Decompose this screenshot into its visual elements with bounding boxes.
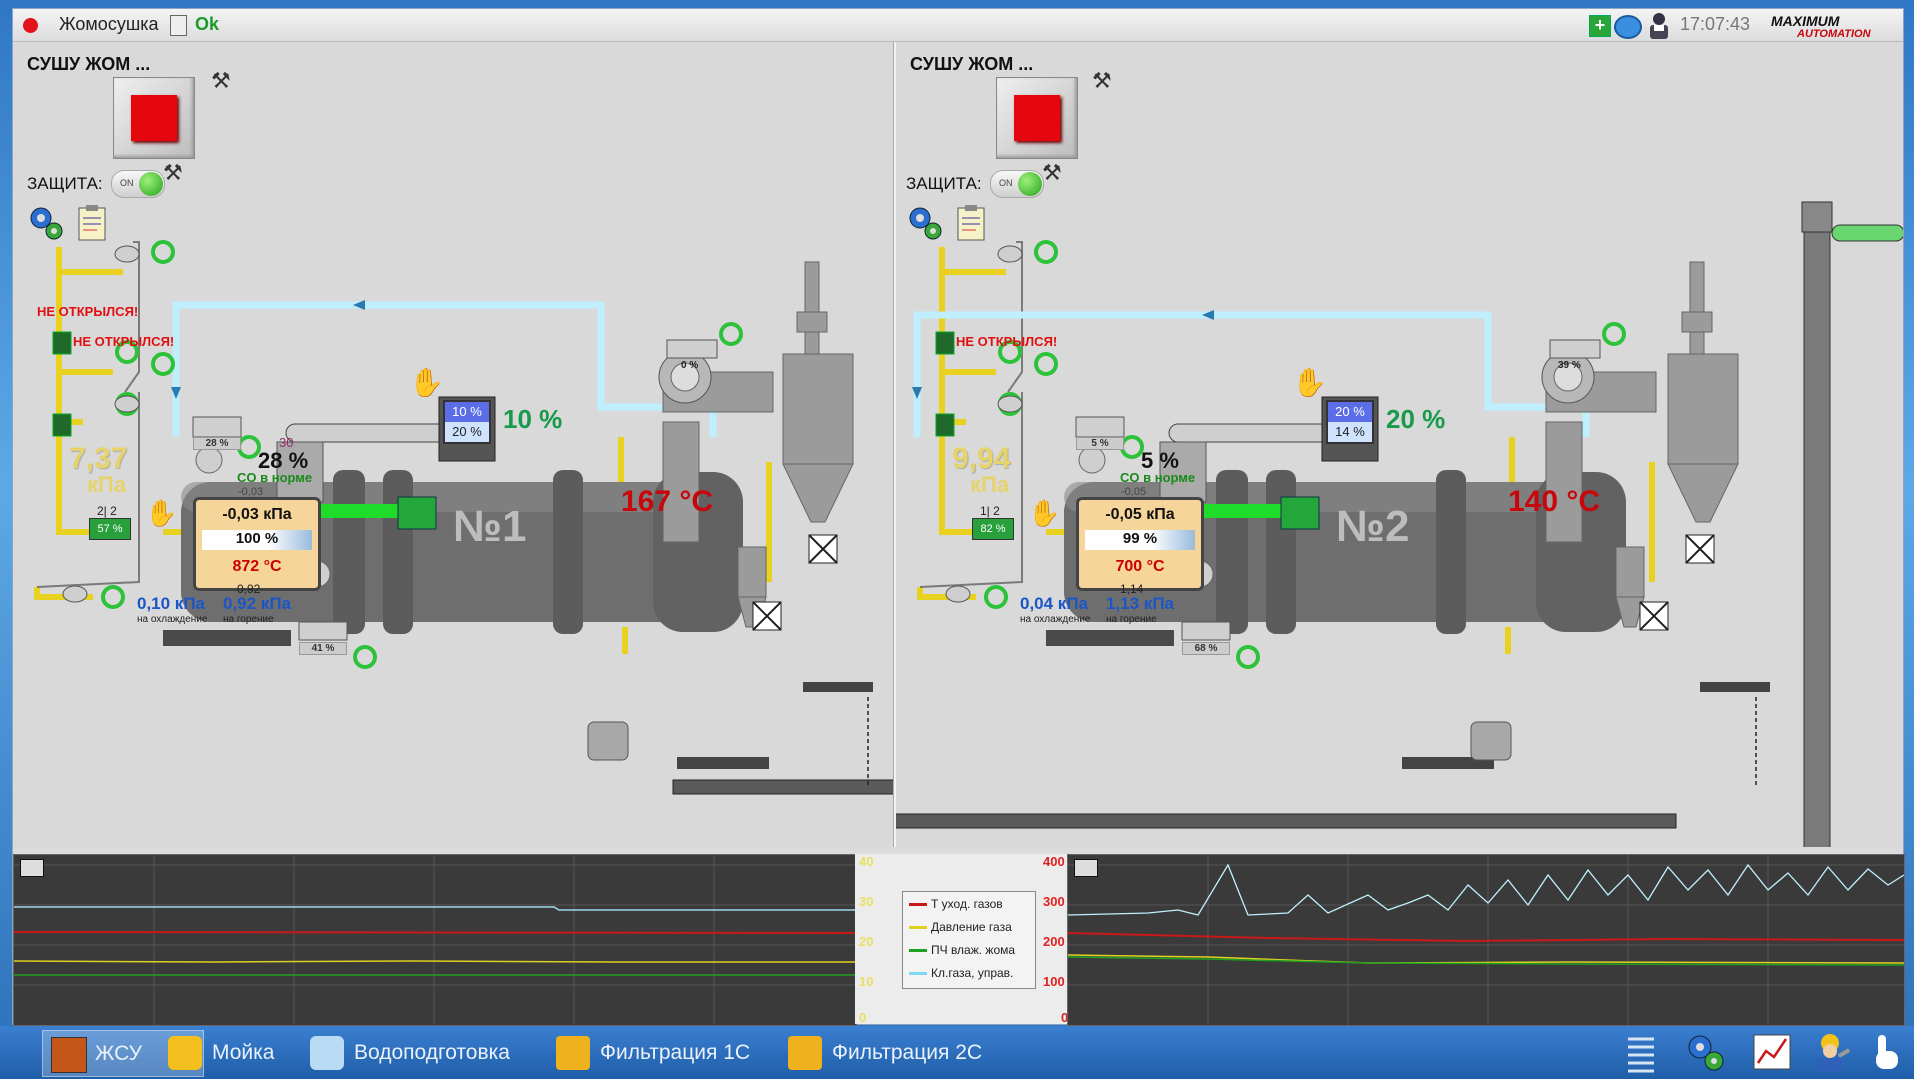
- filter-icon: [788, 1036, 822, 1070]
- burning-label: на горение: [223, 614, 274, 625]
- left-axis-tick: 20: [859, 934, 874, 949]
- clock: 17:07:43: [1680, 14, 1751, 34]
- dryer-1-schematic: ✋ ✋: [34, 240, 893, 795]
- valve-ratio: 2| 2: [97, 504, 117, 518]
- trend-chart-1[interactable]: [13, 854, 857, 1026]
- chart-settings-icon[interactable]: [1074, 859, 1098, 877]
- taskbar: ЖСУ Мойка Водоподготовка Фильтрация 1С Ф…: [0, 1026, 1914, 1079]
- valve-warning-1: НЕ ОТКРЫЛСЯ!: [37, 304, 139, 319]
- legend-item: ПЧ влаж. жома: [909, 940, 1015, 960]
- feeder-setpoint-box[interactable]: 20 % 14 %: [1326, 400, 1374, 444]
- air-fan-pct: 41 %: [299, 642, 347, 655]
- trend-chart-icon[interactable]: [1752, 1031, 1792, 1073]
- water-icon: [310, 1036, 344, 1070]
- gas-valve-position[interactable]: 82 %: [972, 518, 1014, 540]
- dryer-panel-2: СУШУ ЖОМ ... ⚒ ЗАЩИТА: ON ⚒ ✋ ✋ НЕ ОТКРЫ…: [896, 42, 1903, 847]
- burner-display[interactable]: -0,05 -0,05 кПа 99 % 700 °C: [1076, 486, 1204, 591]
- dryer-2-schematic: ✋ ✋: [896, 201, 1903, 847]
- burning-pressure: 0,92 кПа: [223, 594, 291, 613]
- add-icon[interactable]: +: [1589, 15, 1611, 37]
- co-status: CO в норме: [1120, 470, 1196, 485]
- left-axis-tick: 10: [859, 974, 874, 989]
- pulp-moisture: 20 %: [1386, 404, 1446, 434]
- task-filtration-2c[interactable]: Фильтрация 2С: [780, 1030, 1052, 1075]
- gas-pressure-unit: кПа: [970, 472, 1010, 497]
- drum-number: №2: [1336, 502, 1410, 551]
- status-ok: Ok: [195, 14, 220, 34]
- maximum-automation-logo: MAXIMUM AUTOMATION: [1767, 11, 1901, 40]
- burner-display[interactable]: -0,03 -0,03 кПа 100 % 872 °C: [193, 486, 321, 591]
- hand-pointer-icon[interactable]: [1870, 1031, 1904, 1073]
- burning-label: на горение: [1106, 614, 1157, 625]
- cooling-label: на охлаждение: [1020, 614, 1091, 625]
- chat-icon[interactable]: [1614, 15, 1642, 39]
- burner-power: 100 %: [202, 530, 312, 550]
- gas-pressure-value: 9,94: [952, 442, 1011, 475]
- right-axis-tick: 200: [1043, 934, 1065, 949]
- burner-pressure: -0,05 кПа: [1105, 506, 1175, 523]
- right-axis-tick: 300: [1043, 894, 1065, 909]
- title-bar: Жомосушка Ok + 17:07:43 MAXIMUM AUTOMATI…: [13, 9, 1903, 42]
- burner-pressure: -0,03 кПа: [222, 506, 292, 523]
- burner-small-value: -0,05: [1121, 486, 1147, 498]
- wash-icon: [168, 1036, 202, 1070]
- air-fan-pct: 68 %: [1182, 642, 1230, 655]
- valve-warning-2: НЕ ОТКРЫЛСЯ!: [73, 334, 175, 349]
- pulp-moisture: 10 %: [503, 404, 563, 434]
- svg-text:✋: ✋: [1292, 366, 1327, 398]
- legend-item: Т уход. газов: [909, 894, 1003, 914]
- cooling-pressure: 0,10 кПа: [137, 594, 205, 613]
- cooling-label: на охлаждение: [137, 614, 208, 625]
- main-window: Жомосушка Ok + 17:07:43 MAXIMUM AUTOMATI…: [12, 8, 1905, 1026]
- svg-text:AUTOMATION: AUTOMATION: [1796, 28, 1872, 39]
- fan-pct-label: 5 %: [1076, 437, 1124, 450]
- right-axis-tick: 100: [1043, 974, 1065, 989]
- co-status: CO в норме: [237, 470, 313, 485]
- valve-ratio: 1| 2: [980, 504, 1000, 518]
- svg-text:✋: ✋: [1028, 498, 1060, 528]
- drum-number: №1: [453, 502, 527, 551]
- svg-text:✋: ✋: [409, 366, 444, 398]
- user-icon[interactable]: [1645, 11, 1673, 39]
- furnace-icon: [51, 1037, 87, 1073]
- trend-chart-2[interactable]: [1067, 854, 1905, 1026]
- legend-item: Кл.газа, управ.: [909, 963, 1013, 983]
- dryer-panel-1: СУШУ ЖОМ ... ⚒ ЗАЩИТА: ON ⚒ ✋ ✋ НЕ ОТКРЫ…: [13, 42, 893, 847]
- cooling-pressure: 0,04 кПа: [1020, 594, 1088, 613]
- trend-legend: Т уход. газов Давление газа ПЧ влаж. жом…: [902, 891, 1036, 989]
- engineer-icon[interactable]: [1812, 1031, 1852, 1073]
- record-indicator-icon[interactable]: [23, 18, 38, 33]
- left-axis-tick: 30: [859, 894, 874, 909]
- burner-small-value: -0,03: [238, 486, 264, 498]
- gas-pressure-value: 7,37: [69, 442, 128, 475]
- burner-temp: 872 °C: [232, 558, 282, 575]
- burning-pressure: 1,13 кПа: [1106, 594, 1174, 613]
- exhaust-temp: 140 °C: [1508, 485, 1601, 518]
- cyclone-fan-pct: 0 %: [681, 360, 699, 371]
- fan-pct-label: 28 %: [193, 437, 241, 450]
- filter-icon: [556, 1036, 590, 1070]
- exhaust-temp: 167 °C: [621, 485, 714, 518]
- valve-warning-1: НЕ ОТКРЫЛСЯ!: [956, 334, 1058, 349]
- app-title: Жомосушка: [59, 14, 159, 34]
- feeder-setpoint-box[interactable]: 10 % 20 %: [443, 400, 491, 444]
- left-axis-tick: 0: [859, 1010, 867, 1025]
- burner-power: 99 %: [1085, 530, 1195, 550]
- settings-gears-icon[interactable]: [1684, 1031, 1724, 1073]
- svg-text:MAXIMUM: MAXIMUM: [1771, 13, 1840, 29]
- chart-settings-icon[interactable]: [20, 859, 44, 877]
- gas-pressure-unit: кПа: [87, 472, 127, 497]
- menu-lines-icon[interactable]: [1626, 1031, 1656, 1073]
- gas-valve-position[interactable]: 57 %: [89, 518, 131, 540]
- document-icon[interactable]: [170, 15, 187, 36]
- burner-temp: 700 °C: [1115, 558, 1165, 575]
- legend-item: Давление газа: [909, 917, 1012, 937]
- left-axis-tick: 40: [859, 854, 874, 869]
- cyclone-fan-pct: 39 %: [1558, 360, 1581, 371]
- right-axis-tick: 400: [1043, 854, 1065, 869]
- svg-text:✋: ✋: [145, 498, 177, 528]
